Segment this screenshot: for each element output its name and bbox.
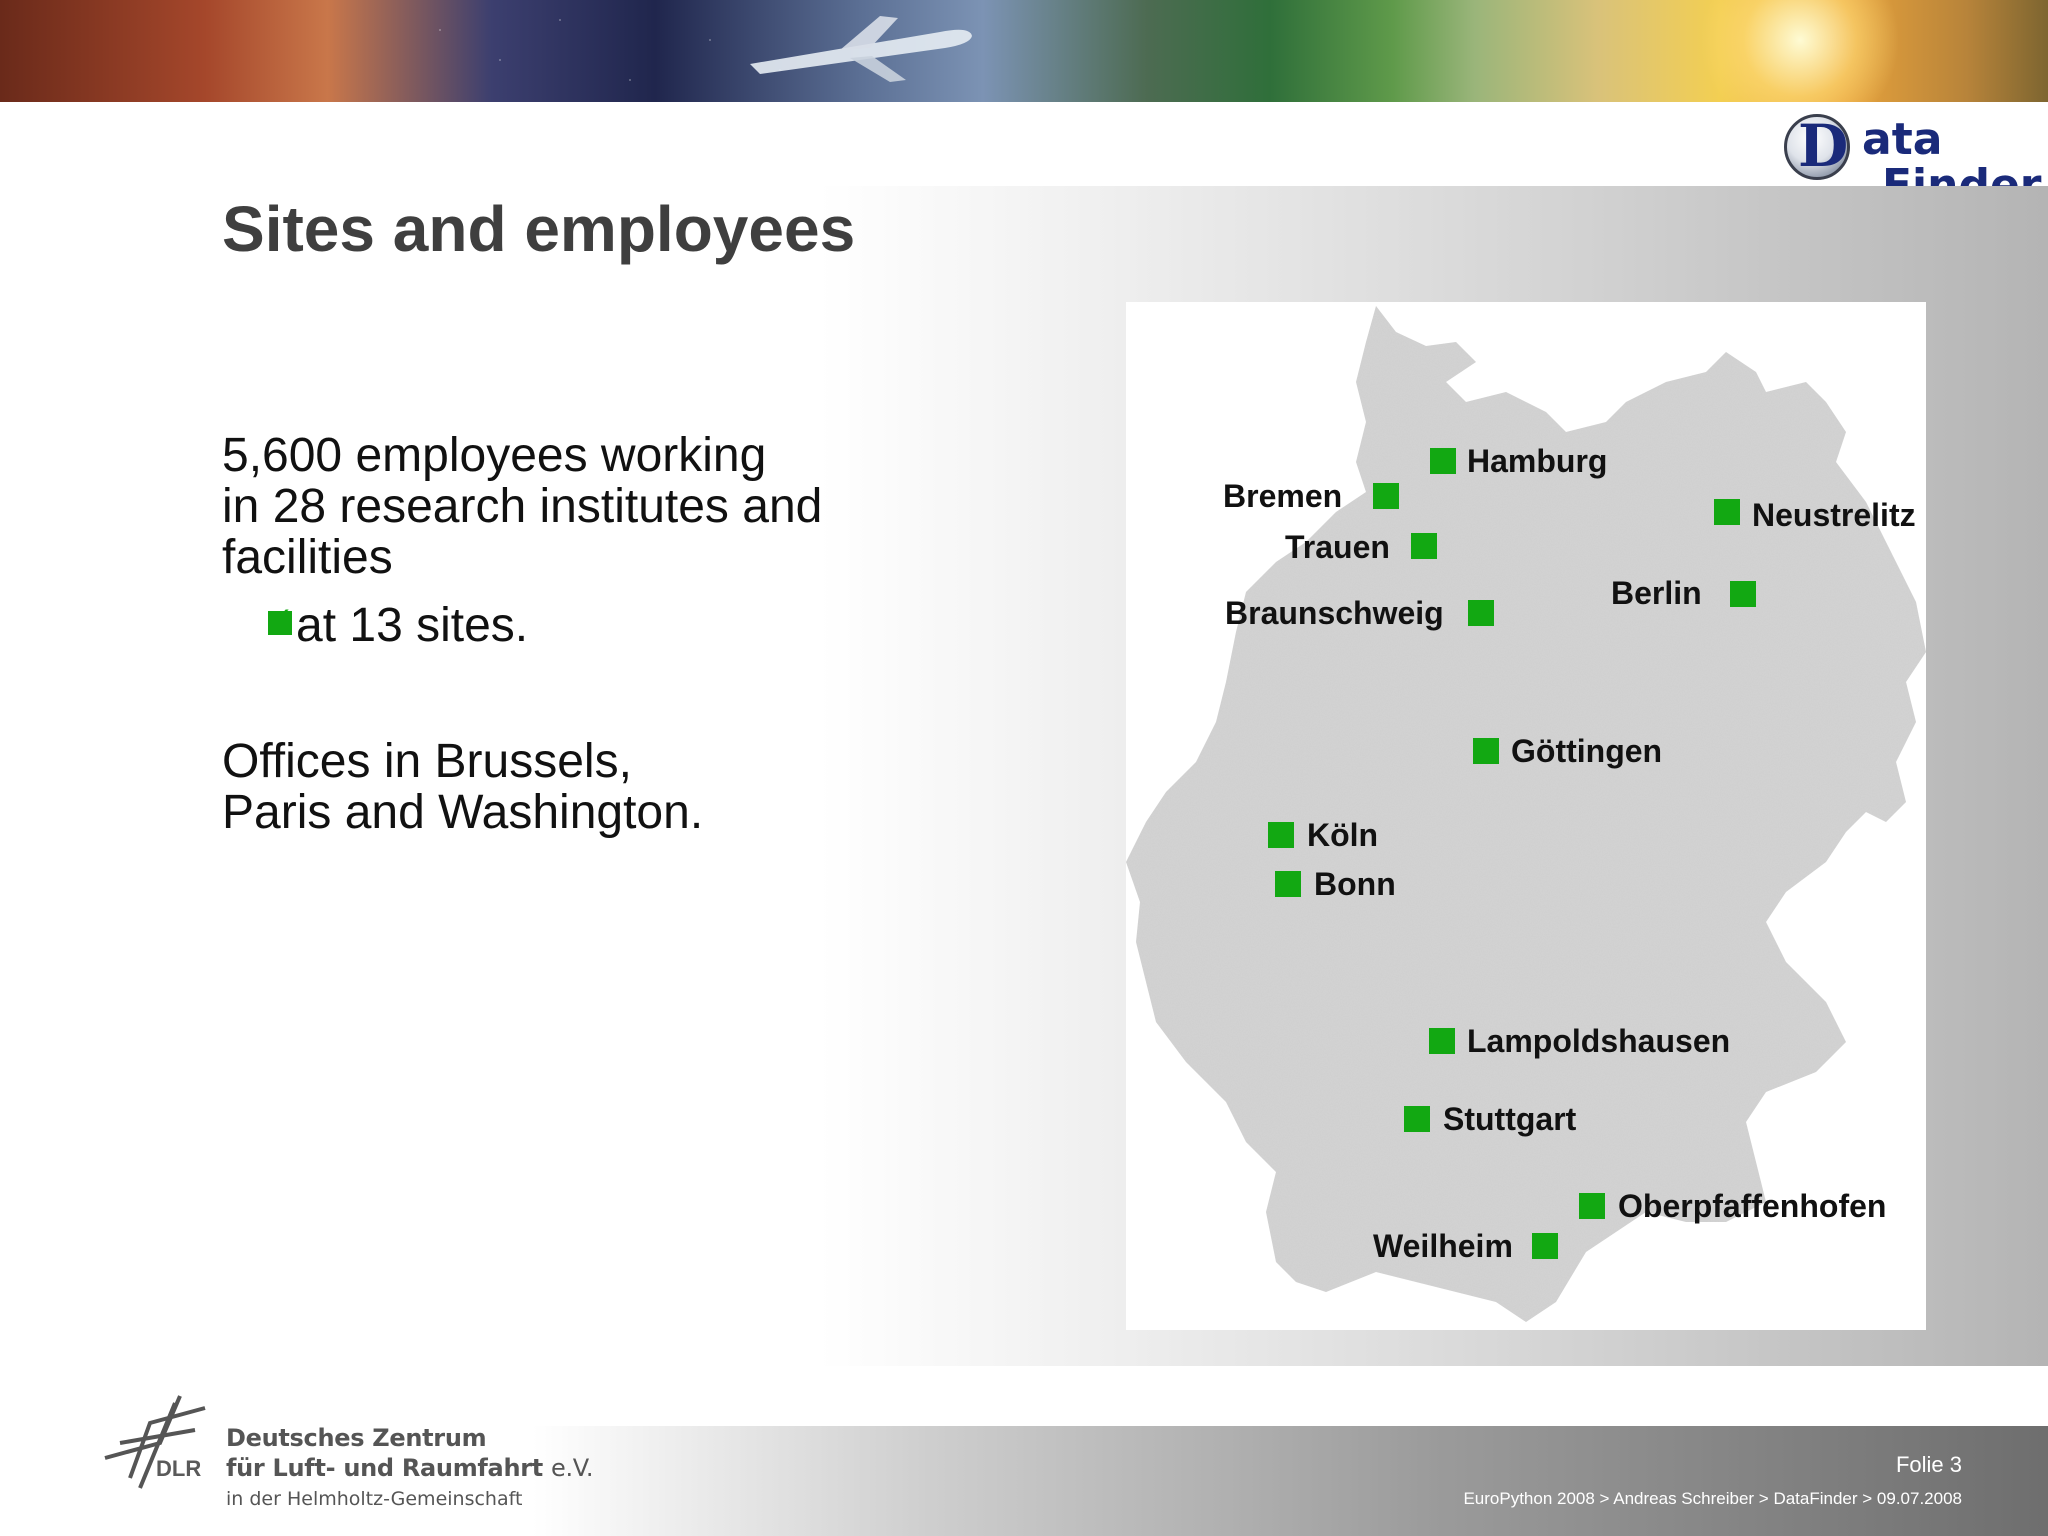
airplane-icon xyxy=(750,16,972,82)
paragraph-offices: Offices in Brussels, Paris and Washingto… xyxy=(222,736,902,838)
org-name-text: für Luft- und Raumfahrt xyxy=(226,1454,543,1482)
datafinder-logo: D ata Finder xyxy=(1780,110,2048,186)
header-banner xyxy=(0,0,2048,102)
bullet-sites: ´ at 13 sites. xyxy=(268,600,528,652)
city-label-hamburg: Hamburg xyxy=(1467,443,1608,479)
city-label-berlin: Berlin xyxy=(1611,575,1702,611)
org-name-line1: Deutsches Zentrum xyxy=(226,1424,487,1452)
site-marker-icon xyxy=(1268,822,1294,848)
header-spacer xyxy=(0,102,2048,186)
slide-number: Folie 3 xyxy=(1895,1452,1962,1477)
slide-title: Sites and employees xyxy=(222,193,856,265)
site-marker-icon xyxy=(1404,1106,1430,1132)
site-marker-icon xyxy=(1730,581,1756,607)
paragraph-employees: 5,600 employees working in 28 research i… xyxy=(222,430,902,583)
site-marker-icon xyxy=(1532,1233,1558,1259)
site-marker-icon xyxy=(1373,483,1399,509)
paragraph-line: in 28 research institutes and xyxy=(222,480,823,533)
site-marker-icon xyxy=(1473,738,1499,764)
site-marker-icon xyxy=(1714,499,1740,525)
site-marker-icon xyxy=(1411,533,1437,559)
site-marker-icon xyxy=(1579,1193,1605,1219)
bullet-square-icon: ´ xyxy=(268,606,292,635)
banner-sun xyxy=(1700,0,1900,102)
paragraph-line: Offices in Brussels, xyxy=(222,735,632,788)
city-label-oberpfaffenhofen: Oberpfaffenhofen xyxy=(1618,1188,1887,1224)
site-marker-icon xyxy=(1468,600,1494,626)
breadcrumb: EuroPython 2008 > Andreas Schreiber > Da… xyxy=(1463,1489,1962,1508)
site-marker-icon xyxy=(1429,1028,1455,1054)
logo-text-finder: Finder xyxy=(1882,160,2042,186)
paragraph-line: facilities xyxy=(222,531,393,584)
city-label-bremen: Bremen xyxy=(1223,478,1343,514)
city-label-koeln: Köln xyxy=(1307,817,1379,853)
paragraph-line: 5,600 employees working xyxy=(222,429,767,482)
org-name-line2: für Luft- und Raumfahrt e.V. xyxy=(226,1454,593,1482)
city-label-stuttgart: Stuttgart xyxy=(1443,1101,1577,1137)
city-label-bonn: Bonn xyxy=(1314,866,1396,902)
city-label-lampoldshausen: Lampoldshausen xyxy=(1467,1023,1731,1059)
site-marker-icon xyxy=(1275,871,1301,897)
city-label-goettingen: Göttingen xyxy=(1511,733,1663,769)
paragraph-line: Paris and Washington. xyxy=(222,786,704,839)
org-ev: e.V. xyxy=(551,1454,594,1482)
org-name-line3: in der Helmholtz-Gemeinschaft xyxy=(226,1488,523,1510)
city-label-neustrelitz: Neustrelitz xyxy=(1752,497,1916,533)
city-label-trauen: Trauen xyxy=(1285,529,1390,565)
logo-text-ata: ata xyxy=(1862,114,1943,165)
site-marker-icon xyxy=(1430,448,1456,474)
city-label-braunschweig: Braunschweig xyxy=(1225,595,1444,631)
city-label-weilheim: Weilheim xyxy=(1373,1228,1513,1264)
dlr-abbreviation: DLR xyxy=(156,1456,202,1481)
logo-letter-d: D xyxy=(1798,112,1849,180)
germany-map: Hamburg Bremen Neustrelitz Trauen Berlin… xyxy=(1126,302,1926,1330)
bullet-text: at 13 sites. xyxy=(296,599,529,652)
